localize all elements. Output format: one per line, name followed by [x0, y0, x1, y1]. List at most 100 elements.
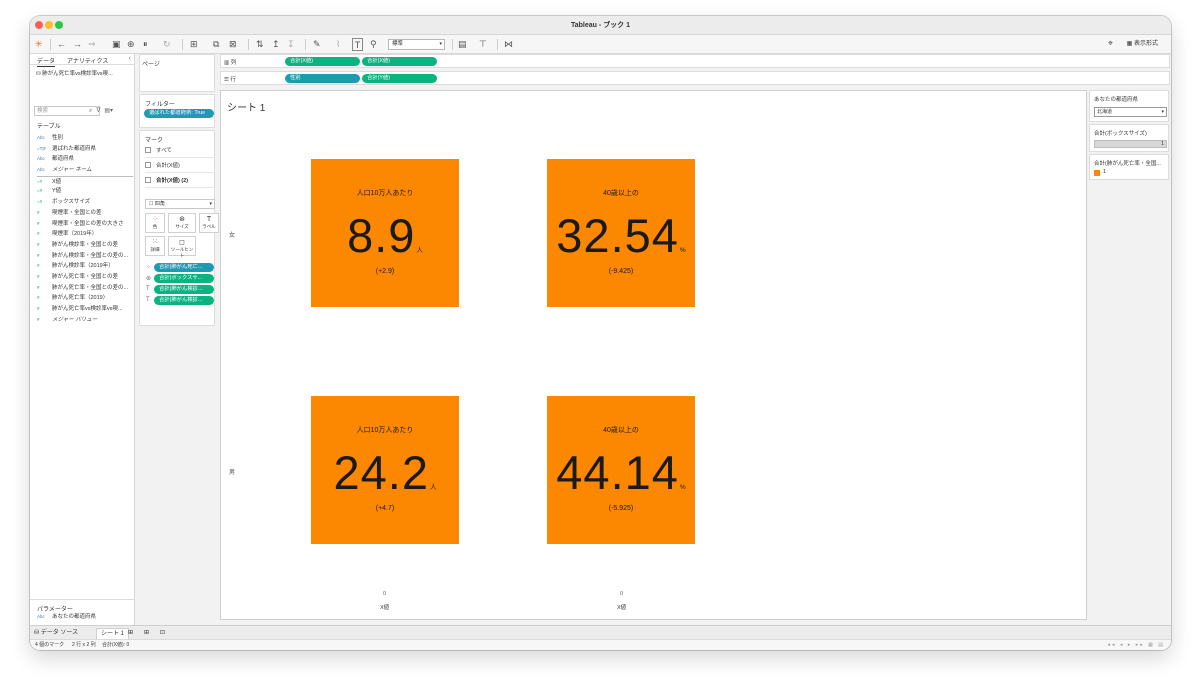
clear-sheet-icon[interactable]: ⊠ — [229, 38, 237, 51]
duplicate-sheet-icon[interactable]: ⧉ — [213, 38, 219, 51]
tile-unit: % — [679, 484, 686, 491]
show-labels-icon[interactable]: T — [352, 38, 363, 51]
replay-icon[interactable]: ⇒ — [88, 38, 96, 51]
field-item[interactable]: # 喫煙率・全国との差の大きさ — [37, 219, 133, 230]
redo-icon[interactable]: → — [73, 38, 82, 51]
parameter-title: あなたの都道府県 — [1094, 97, 1139, 103]
datasource-name: 肺がん死亡率vs検診率vs喫... — [42, 71, 113, 77]
field-item[interactable]: =T|F 選ばれた都道府県 — [37, 144, 133, 155]
paintbrush-icon[interactable]: ⌖ — [1108, 38, 1113, 49]
field-item[interactable]: Abc 都道府県 — [37, 154, 133, 165]
size-legend-bar[interactable]: 1 — [1094, 140, 1167, 148]
mark-pill-label-1[interactable]: 合計(肺がん検診... — [154, 285, 214, 294]
detail-button[interactable]: ⁙ 詳細 — [145, 236, 165, 256]
share-icon[interactable]: ⋈ — [504, 38, 513, 51]
color-button[interactable]: ⁘ 色 — [145, 213, 165, 233]
field-type-icon: # — [37, 252, 40, 258]
field-item[interactable]: # 喫煙率（2019年） — [37, 229, 133, 240]
tile-caption: 人口10万人あたり — [356, 190, 414, 197]
filter-pill[interactable]: 選ばれた都道府県: True — [144, 109, 214, 118]
view-options-icon[interactable]: ▤▾ — [104, 108, 113, 114]
prefecture-select[interactable]: 北海道 ▾ — [1094, 107, 1167, 117]
sheet-navigation-icon[interactable]: ◂◂ ◂ ▸ ▸▸ ▦ ▤ — [1108, 640, 1165, 650]
field-item[interactable]: =# Y値 — [37, 186, 133, 197]
new-dashboard-icon[interactable]: ⊞ — [144, 628, 149, 638]
filter-icon[interactable]: ∇ — [96, 108, 100, 114]
show-me-button[interactable]: ▦ 表示形式 — [1127, 39, 1158, 50]
field-type-icon: Abc — [37, 156, 45, 162]
size-button[interactable]: ⊛ サイズ — [168, 213, 196, 233]
kpi-tile[interactable]: 人口10万人あたり 24.2人 (+4.7) — [311, 396, 459, 544]
new-datasource-icon[interactable]: ⊕ — [127, 38, 135, 51]
tab-data[interactable]: データ — [37, 56, 56, 67]
parameter-item[interactable]: Abc あなたの都道府県 — [37, 612, 96, 623]
swap-axes-icon[interactable]: ⇅ — [256, 38, 264, 51]
columns-label-text: 列 — [230, 60, 237, 66]
group-icon[interactable]: ⌇ — [336, 38, 340, 51]
search-icon[interactable]: ⌕ — [89, 108, 92, 114]
mark-pill-size[interactable]: 合計(ボックスサ... — [154, 274, 214, 283]
pause-updates-icon[interactable]: ⏸ — [143, 38, 148, 51]
field-item[interactable]: # 肺がん検診率・全国との差の... — [37, 251, 133, 262]
rows-pill-2[interactable]: 合計(Y値) — [362, 73, 437, 83]
tile-value: 8.9 — [347, 209, 416, 262]
field-item[interactable]: # 喫煙率・全国との差 — [37, 208, 133, 219]
field-name: メジャー ネーム — [52, 167, 92, 174]
new-worksheet-icon[interactable]: ⊞ — [190, 38, 198, 51]
pin-icon[interactable]: ⚲ — [370, 38, 377, 51]
fit-select[interactable]: 標準 ▾ — [388, 39, 445, 50]
worksheet-canvas[interactable]: シート 1 女 男 人口10万人あたり 8.9人 (+2.9) 40歳以上の 3… — [220, 90, 1087, 620]
datasource-item[interactable]: ⛁ 肺がん死亡率vs検診率vs喫... — [36, 69, 113, 77]
color-legend-value: 1 — [1103, 169, 1107, 175]
sort-ascending-icon[interactable]: ↥ — [272, 38, 280, 51]
marks-tab-x1[interactable]: 合計(X値) — [145, 159, 215, 173]
columns-pill-2[interactable]: 合計(X値) — [362, 56, 437, 66]
rows-shelf[interactable]: ☰ 行 性別 合計(Y値) — [220, 71, 1170, 85]
field-item[interactable]: Abc 性別 — [37, 133, 133, 144]
refresh-icon[interactable]: ↻ — [163, 38, 171, 51]
label-button[interactable]: T ラベル — [199, 213, 219, 233]
field-name: 肺がん死亡率vs検診率vs喫... — [52, 306, 123, 312]
field-item[interactable]: # 肺がん死亡率vs検診率vs喫... — [37, 304, 133, 315]
kpi-tile[interactable]: 40歳以上の 32.54% (-9.425) — [547, 159, 695, 307]
mark-pill-color[interactable]: 合計(肺がん死亡... — [154, 263, 214, 272]
save-icon[interactable]: ▣ — [112, 38, 121, 51]
sort-descending-icon[interactable]: ↧ — [287, 38, 295, 51]
new-story-icon[interactable]: ⊡ — [160, 628, 165, 638]
highlight-icon[interactable]: ✎ — [313, 38, 321, 51]
show-cards-icon[interactable]: ▤ — [458, 38, 467, 51]
field-item[interactable]: # 肺がん検診率（2019年） — [37, 261, 133, 272]
undo-icon[interactable]: ← — [57, 38, 66, 51]
field-item[interactable]: # 肺がん検診率・全国との差 — [37, 240, 133, 251]
tab-data-source[interactable]: ⛁ データ ソース — [34, 628, 78, 638]
sheet-tabs-bar: ⛁ データ ソース シート 1 ⊞ ⊞ ⊡ — [30, 625, 1171, 640]
field-item[interactable]: =# ボックスサイズ — [37, 197, 133, 208]
tab-analytics[interactable]: アナリティクス — [67, 56, 108, 65]
collapse-pane-icon[interactable]: ‹ — [129, 55, 131, 62]
field-name: 肺がん死亡率（2019） — [52, 295, 109, 302]
mark-pill-label-2[interactable]: 合計(肺がん検診... — [154, 296, 214, 305]
field-name: 肺がん検診率（2019年） — [52, 263, 114, 270]
field-item[interactable]: =# X値 — [37, 175, 133, 187]
field-item[interactable]: # メジャー バリュー — [37, 315, 133, 326]
color-swatch[interactable] — [1094, 170, 1100, 176]
tile-delta: (-9.425) — [608, 268, 634, 275]
marks-tab-x2[interactable]: 合計(X値) (2) — [145, 174, 215, 188]
presentation-icon[interactable]: ⊤ — [479, 38, 487, 51]
field-name: 喫煙率・全国との差の大きさ — [52, 220, 124, 227]
rows-pill-1[interactable]: 性別 — [285, 73, 360, 83]
new-sheet-icon[interactable]: ⊞ — [128, 628, 133, 638]
field-item[interactable]: # 肺がん死亡率・全国との差 — [37, 272, 133, 283]
columns-pill-1[interactable]: 合計(X値) — [285, 56, 360, 66]
marks-tab-all[interactable]: すべて — [145, 144, 215, 158]
tableau-logo-icon[interactable]: ✳ — [35, 38, 43, 51]
mark-type-select[interactable]: ☐ 四角 ▾ — [145, 199, 215, 209]
label-icon: T — [146, 297, 150, 303]
kpi-tile[interactable]: 人口10万人あたり 8.9人 (+2.9) — [311, 159, 459, 307]
tooltip-button[interactable]: ◻ ツールヒント — [168, 236, 196, 258]
kpi-tile[interactable]: 40歳以上の 44.14% (-5.925) — [547, 396, 695, 544]
field-item[interactable]: # 肺がん死亡率・全国との差の... — [37, 283, 133, 294]
field-item[interactable]: Abc メジャー ネーム — [37, 165, 133, 176]
field-item[interactable]: # 肺がん死亡率（2019） — [37, 293, 133, 304]
columns-shelf[interactable]: ▥ 列 合計(X値) 合計(X値) — [220, 54, 1170, 68]
